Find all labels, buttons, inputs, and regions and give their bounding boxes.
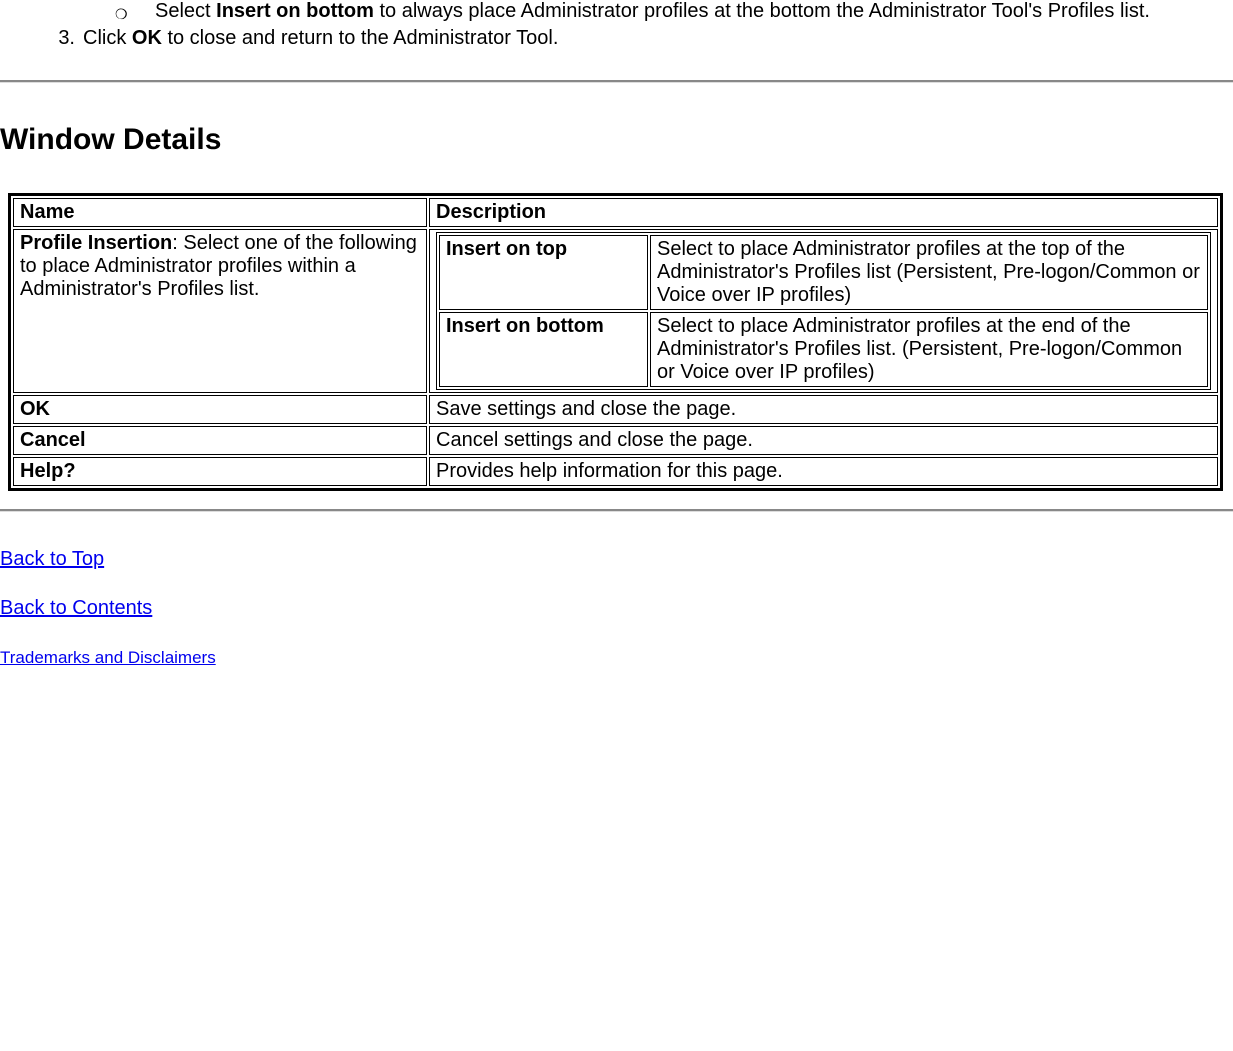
circle-bullet-icon: ❍ bbox=[115, 0, 155, 23]
intro-list: ❍ Select Insert on bottom to always plac… bbox=[0, 0, 1233, 50]
sub-bullet-item: ❍ Select Insert on bottom to always plac… bbox=[75, 0, 1233, 23]
back-to-top-link[interactable]: Back to Top bbox=[0, 548, 104, 570]
insert-on-bottom-label: Insert on bottom bbox=[446, 315, 604, 337]
table-row: Insert on top Select to place Administra… bbox=[439, 235, 1208, 310]
ok-cell: OK bbox=[13, 395, 427, 424]
table-row: OK Save settings and close the page. bbox=[13, 395, 1218, 424]
window-details-heading: Window Details bbox=[0, 123, 1233, 157]
numbered-text: Click OK to close and return to the Admi… bbox=[83, 27, 558, 50]
header-description: Description bbox=[429, 198, 1218, 227]
profile-insertion-cell: Profile Insertion: Select one of the fol… bbox=[13, 229, 427, 393]
insert-on-top-label-cell: Insert on top bbox=[439, 235, 648, 310]
text-fragment: Click bbox=[83, 27, 132, 49]
table-header-row: Name Description bbox=[13, 198, 1218, 227]
back-to-contents-link[interactable]: Back to Contents bbox=[0, 597, 152, 619]
ok-label: OK bbox=[132, 27, 162, 49]
header-name: Name bbox=[13, 198, 427, 227]
table-row: Insert on bottom Select to place Adminis… bbox=[439, 312, 1208, 387]
help-cell: Help? bbox=[13, 457, 427, 486]
table-row: Help? Provides help information for this… bbox=[13, 457, 1218, 486]
insert-on-bottom-label: Insert on bottom bbox=[216, 0, 374, 22]
cancel-label: Cancel bbox=[20, 429, 86, 451]
ok-label: OK bbox=[20, 398, 50, 420]
cancel-cell: Cancel bbox=[13, 426, 427, 455]
profile-insertion-label: Profile Insertion bbox=[20, 232, 172, 254]
back-to-contents-para: Back to Contents bbox=[0, 597, 1233, 620]
ok-desc: Save settings and close the page. bbox=[429, 395, 1218, 424]
insert-on-top-label: Insert on top bbox=[446, 238, 567, 260]
help-desc: Provides help information for this page. bbox=[429, 457, 1218, 486]
text-fragment: Select bbox=[155, 0, 216, 22]
trademarks-link[interactable]: Trademarks and Disclaimers bbox=[0, 648, 216, 667]
footer-links: Back to Top Back to Contents Trademarks … bbox=[0, 548, 1233, 669]
help-label: Help? bbox=[20, 460, 76, 482]
cancel-desc: Cancel settings and close the page. bbox=[429, 426, 1218, 455]
text-fragment: to always place Administrator profiles a… bbox=[374, 0, 1150, 22]
numbered-item: 3. Click OK to close and return to the A… bbox=[39, 27, 1233, 50]
text-fragment: to close and return to the Administrator… bbox=[162, 27, 559, 49]
table-row: Profile Insertion: Select one of the fol… bbox=[13, 229, 1218, 393]
table-row: Cancel Cancel settings and close the pag… bbox=[13, 426, 1218, 455]
divider bbox=[0, 80, 1233, 83]
sub-bullet-text: Select Insert on bottom to always place … bbox=[155, 0, 1233, 23]
divider bbox=[0, 509, 1233, 512]
header-desc-text: Description bbox=[436, 201, 546, 223]
insert-on-bottom-label-cell: Insert on bottom bbox=[439, 312, 648, 387]
insert-on-bottom-desc: Select to place Administrator profiles a… bbox=[650, 312, 1208, 387]
trademarks-para: Trademarks and Disclaimers bbox=[0, 646, 1233, 669]
list-number: 3. bbox=[39, 27, 83, 50]
insert-on-top-desc: Select to place Administrator profiles a… bbox=[650, 235, 1208, 310]
header-name-text: Name bbox=[20, 201, 74, 223]
profile-insertion-options-cell: Insert on top Select to place Administra… bbox=[429, 229, 1218, 393]
back-to-top-para: Back to Top bbox=[0, 548, 1233, 571]
window-details-table: Name Description Profile Insertion: Sele… bbox=[8, 193, 1223, 491]
inner-options-table: Insert on top Select to place Administra… bbox=[436, 232, 1211, 390]
